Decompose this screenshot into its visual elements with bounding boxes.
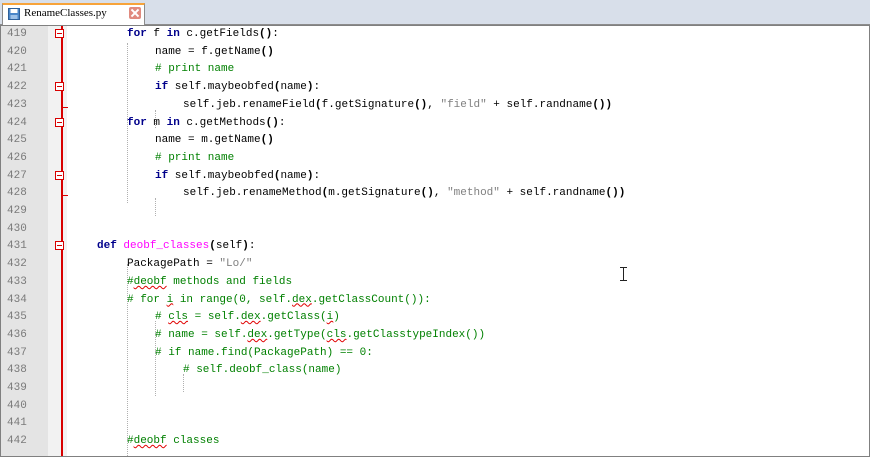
line-number: 422 [7, 81, 27, 94]
code-comment: # cls = self.dex.getClass(i) [155, 311, 340, 324]
fold-toggle-icon[interactable] [55, 29, 64, 38]
line-number: 429 [7, 205, 27, 217]
code-text: self.jeb.renameMethod(m.getSignature(), … [183, 187, 626, 200]
code-line: 431 def deobf_classes(self): [1, 238, 869, 256]
code-line: 429 [1, 203, 869, 221]
code-comment: # for i in range(0, self.dex.getClassCou… [127, 293, 431, 306]
code-text: for m in c.getMethods(): [127, 116, 286, 129]
line-number: 440 [7, 399, 27, 412]
fold-end-marker [62, 185, 68, 197]
line-number: 428 [7, 187, 27, 200]
code-comment: #deobf methods and fields [127, 275, 293, 288]
line-number: 441 [7, 417, 27, 430]
fold-toggle-icon[interactable] [55, 170, 64, 180]
close-tab-icon[interactable] [129, 7, 141, 19]
line-number: 437 [7, 346, 27, 359]
code-line: 442 #deobf classes [1, 433, 869, 451]
line-number: 442 [7, 435, 27, 448]
line-number: 419 [7, 28, 27, 40]
line-number: 436 [7, 328, 27, 341]
code-line: 421 # print name [1, 61, 869, 79]
line-number: 426 [7, 151, 27, 164]
code-line: 428 self.jeb.renameMethod(m.getSignature… [1, 185, 869, 203]
code-text: def deobf_classes(self): [97, 240, 256, 253]
code-line: 439 [1, 380, 869, 398]
code-line: 420 name = f.getName() [1, 44, 869, 62]
line-number: 438 [7, 364, 27, 377]
code-line: 441 [1, 415, 869, 433]
code-line: 436 # name = self.dex.getType(cls.getCla… [1, 327, 869, 345]
line-number: 433 [7, 275, 27, 288]
line-number: 420 [7, 45, 27, 58]
code-comment: # print name [155, 63, 235, 76]
tab-renameclasses[interactable]: RenameClasses.py [2, 3, 145, 25]
code-line: 426 # print name [1, 150, 869, 168]
code-line: 419 for f in c.getFields(): [1, 26, 869, 44]
code-line: 437 # if name.find(PackagePath) == 0: [1, 345, 869, 363]
line-number: 427 [7, 169, 27, 182]
fold-toggle-icon[interactable] [55, 82, 64, 92]
code-text: if self.maybeobfed(name): [155, 81, 321, 94]
code-line: 423 self.jeb.renameField(f.getSignature(… [1, 97, 869, 115]
line-number: 430 [7, 222, 27, 235]
code-comment: # self.deobf_class(name) [183, 364, 342, 377]
tab-label: RenameClasses.py [24, 7, 107, 19]
line-number: 439 [7, 382, 27, 394]
code-line: 424 for m in c.getMethods(): [1, 115, 869, 133]
code-line: 430 [1, 221, 869, 239]
line-number: 425 [7, 134, 27, 147]
code-comment: # print name [155, 151, 235, 164]
text-cursor-icon [620, 266, 627, 284]
code-comment: #deobf classes [127, 435, 220, 448]
code-text: PackagePath = "Lo/" [127, 258, 253, 271]
line-number: 434 [7, 293, 27, 306]
line-number: 435 [7, 311, 27, 324]
line-number: 432 [7, 258, 27, 271]
line-number: 431 [7, 240, 27, 253]
code-line: 422 if self.maybeobfed(name): [1, 79, 869, 97]
code-line: 432 PackagePath = "Lo/" [1, 256, 869, 274]
tab-bar: RenameClasses.py [0, 0, 870, 25]
code-text: name = m.getName() [155, 134, 274, 147]
code-line: 427 if self.maybeobfed(name): [1, 168, 869, 186]
code-line: 438 # self.deobf_class(name) [1, 362, 869, 380]
fold-toggle-icon[interactable] [55, 241, 64, 251]
code-comment: # if name.find(PackagePath) == 0: [155, 346, 373, 359]
code-line: 440 [1, 398, 869, 416]
code-line: 434 # for i in range(0, self.dex.getClas… [1, 292, 869, 310]
code-text: for f in c.getFields(): [127, 28, 279, 40]
line-number: 423 [7, 98, 27, 111]
fold-toggle-icon[interactable] [55, 117, 64, 127]
code-text: if self.maybeobfed(name): [155, 169, 321, 182]
code-editor[interactable]: 419 for f in c.getFields(): 420 name = f… [0, 25, 870, 457]
line-number: 421 [7, 63, 27, 76]
code-text: name = f.getName() [155, 45, 274, 58]
code-comment: # name = self.dex.getType(cls.getClassty… [155, 328, 486, 341]
code-line: 435 # cls = self.dex.getClass(i) [1, 309, 869, 327]
code-text: self.jeb.renameField(f.getSignature(), "… [183, 98, 613, 111]
code-line: 425 name = m.getName() [1, 132, 869, 150]
save-file-icon [8, 8, 20, 20]
fold-end-marker [62, 97, 68, 108]
code-line: 433 #deobf methods and fields [1, 274, 869, 292]
line-number: 424 [7, 116, 27, 129]
